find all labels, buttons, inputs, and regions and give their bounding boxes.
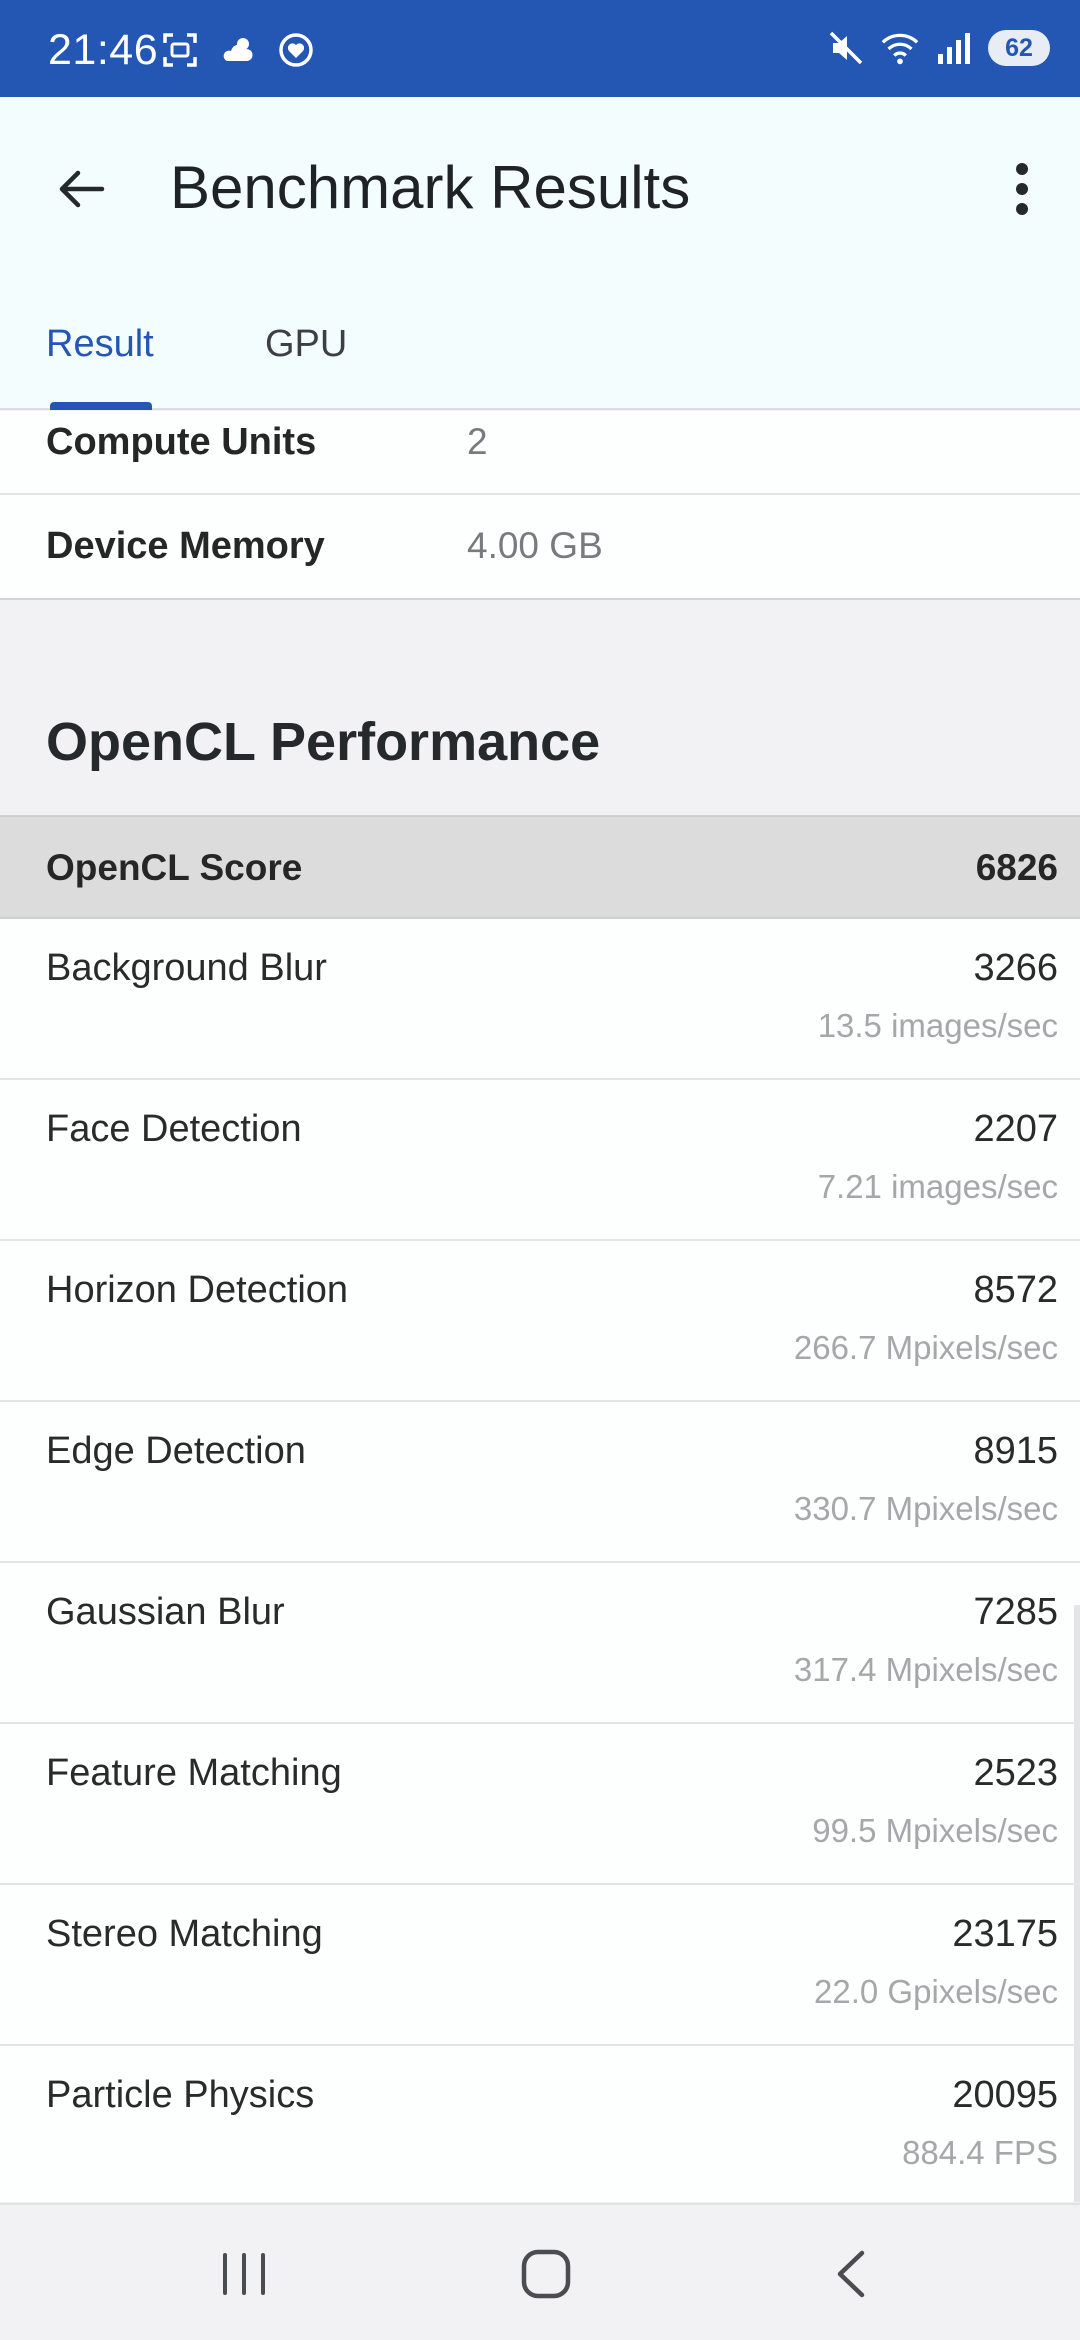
- back-nav-button[interactable]: [800, 2229, 900, 2319]
- benchmark-score: 23175: [952, 1913, 1058, 1955]
- score-label: OpenCL Score: [46, 847, 303, 888]
- benchmark-row: Horizon Detection 8572 266.7 Mpixels/sec: [0, 1241, 1080, 1402]
- benchmark-row: Edge Detection 8915 330.7 Mpixels/sec: [0, 1402, 1080, 1563]
- benchmark-name: Stereo Matching: [46, 1913, 323, 1955]
- tab-bar: Result GPU: [0, 297, 1080, 410]
- recent-apps-button[interactable]: [194, 2229, 294, 2319]
- benchmark-rate: 13.5 images/sec: [817, 1007, 1058, 1044]
- home-icon: [521, 2249, 571, 2299]
- wifi-icon: [880, 28, 920, 68]
- benchmark-score: 20095: [952, 2074, 1058, 2116]
- benchmark-name: Horizon Detection: [46, 1269, 349, 1311]
- benchmark-name: Background Blur: [46, 947, 327, 989]
- benchmark-rate: 266.7 Mpixels/sec: [793, 1329, 1058, 1366]
- benchmark-score: 3266: [973, 947, 1058, 989]
- info-value: 2: [467, 421, 488, 462]
- info-row-compute-units: Compute Units 2: [0, 411, 1080, 495]
- status-bar: 21:46 62: [0, 0, 1080, 97]
- benchmark-row: Gaussian Blur 7285 317.4 Mpixels/sec: [0, 1563, 1080, 1724]
- more-options-button[interactable]: [982, 149, 1062, 229]
- back-arrow-button[interactable]: [40, 149, 120, 229]
- opencl-score-row: OpenCL Score 6826: [0, 815, 1080, 919]
- status-time: 21:46: [48, 26, 159, 74]
- benchmark-score: 8915: [973, 1430, 1058, 1472]
- arrow-left-icon: [59, 170, 105, 208]
- benchmark-score: 7285: [973, 1591, 1058, 1633]
- benchmark-name: Particle Physics: [46, 2074, 315, 2116]
- benchmark-rate: 22.0 Gpixels/sec: [814, 1973, 1058, 2010]
- benchmark-rate: 884.4 FPS: [902, 2134, 1058, 2171]
- status-icons-left: [160, 30, 316, 70]
- benchmark-rate: 317.4 Mpixels/sec: [793, 1651, 1058, 1688]
- mute-icon: [826, 28, 866, 68]
- info-label: Device Memory: [46, 525, 325, 567]
- score-value: 6826: [975, 847, 1058, 888]
- benchmark-row: Feature Matching 2523 99.5 Mpixels/sec: [0, 1724, 1080, 1885]
- benchmark-row: Background Blur 3266 13.5 images/sec: [0, 919, 1080, 1080]
- benchmark-row: Stereo Matching 23175 22.0 Gpixels/sec: [0, 1885, 1080, 2046]
- benchmark-name: Edge Detection: [46, 1430, 306, 1472]
- screenshot-icon: [160, 30, 200, 70]
- benchmark-name: Gaussian Blur: [46, 1591, 285, 1633]
- benchmark-name: Face Detection: [46, 1108, 302, 1150]
- benchmark-score: 8572: [973, 1269, 1058, 1311]
- tab-indicator: [50, 402, 152, 410]
- back-icon: [837, 2250, 865, 2298]
- page-title: Benchmark Results: [170, 154, 691, 221]
- signal-icon: [934, 28, 974, 68]
- benchmark-rate: 99.5 Mpixels/sec: [812, 1812, 1058, 1849]
- weather-icon: [218, 30, 258, 70]
- more-vert-icon: [1016, 163, 1028, 215]
- recent-apps-icon: [223, 2253, 265, 2295]
- results-content[interactable]: Compute Units 2 Device Memory 4.00 GB Op…: [0, 411, 1080, 2202]
- benchmark-rate: 7.21 images/sec: [817, 1168, 1058, 1205]
- benchmark-row: Face Detection 2207 7.21 images/sec: [0, 1080, 1080, 1241]
- benchmark-score: 2523: [973, 1752, 1058, 1794]
- navigation-bar: [0, 2203, 1080, 2340]
- health-icon: [276, 30, 316, 70]
- status-icons-right: 62: [826, 28, 1050, 68]
- info-row-device-memory: Device Memory 4.00 GB: [0, 495, 1080, 600]
- info-value: 4.00 GB: [467, 525, 603, 566]
- benchmark-name: Feature Matching: [46, 1752, 342, 1794]
- tab-gpu[interactable]: GPU: [265, 297, 347, 410]
- benchmark-score: 2207: [973, 1108, 1058, 1150]
- info-label: Compute Units: [46, 421, 317, 463]
- app-bar: Benchmark Results Result GPU: [0, 97, 1080, 410]
- section-title-opencl: OpenCL Performance: [46, 712, 601, 772]
- home-button[interactable]: [496, 2229, 596, 2319]
- battery-icon: 62: [988, 30, 1050, 66]
- benchmark-rate: 330.7 Mpixels/sec: [793, 1490, 1058, 1527]
- scrollbar[interactable]: [1074, 1605, 1080, 2202]
- tab-result[interactable]: Result: [46, 297, 154, 410]
- benchmark-row: Particle Physics 20095 884.4 FPS: [0, 2046, 1080, 2202]
